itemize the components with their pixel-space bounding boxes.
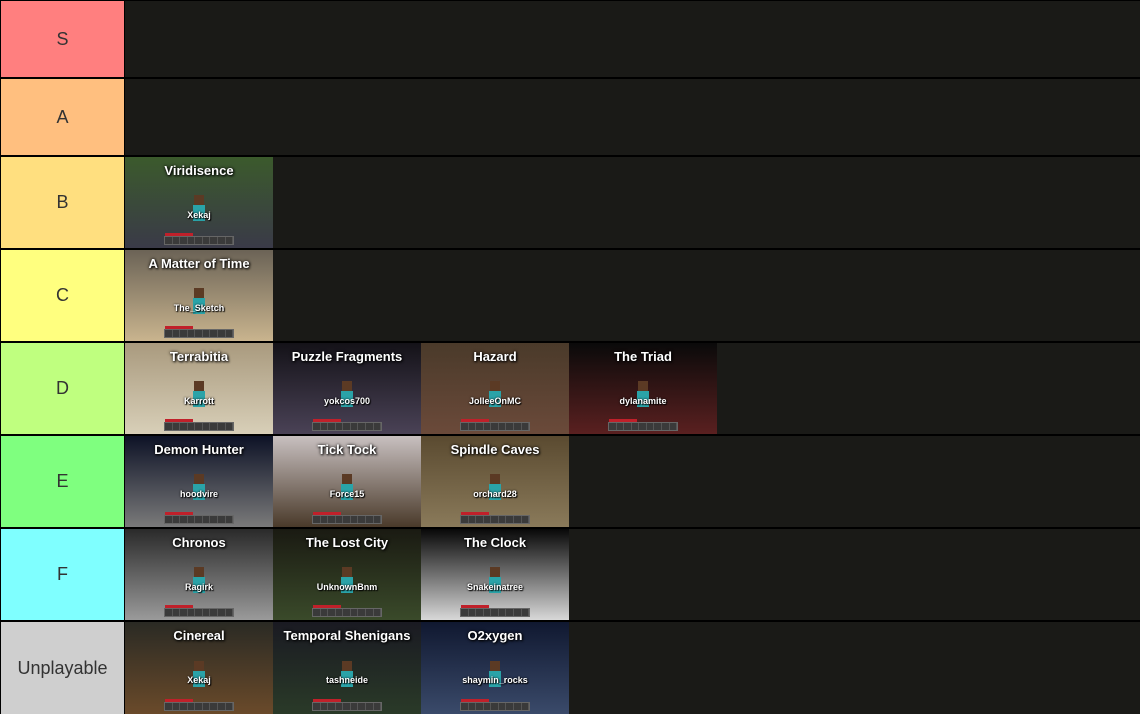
map-author: yokcos700 xyxy=(323,395,371,406)
map-author: The_Sketch xyxy=(173,302,225,313)
tier-item-card[interactable]: Cinereal Xekaj xyxy=(125,622,273,714)
hotbar-icon xyxy=(164,702,234,711)
tier-item-card[interactable]: Hazard JolleeOnMC xyxy=(421,343,569,434)
tier-item-card[interactable]: Tick Tock Force15 xyxy=(273,436,421,527)
tier-items-dropzone[interactable] xyxy=(124,79,1140,155)
map-title: Puzzle Fragments xyxy=(291,349,403,364)
map-author: Xekaj xyxy=(187,209,211,220)
tier-label[interactable]: Unplayable xyxy=(0,622,124,714)
tier-list: TiERMAKER SABViridisenceXekajCA Matter o… xyxy=(0,0,1140,714)
tier-items-dropzone[interactable]: Terrabitia Karrott Puzzle Fragments yokcos7… xyxy=(124,343,1140,434)
hotbar-icon xyxy=(460,702,530,711)
map-title: Hazard xyxy=(473,349,517,364)
map-author: Xekaj xyxy=(187,675,211,686)
tier-items-dropzone[interactable]: Viridisence Xekaj xyxy=(124,157,1140,248)
tier-row-s: S xyxy=(0,1,1140,77)
map-title: Cinereal xyxy=(173,628,225,643)
map-title: Chronos xyxy=(172,535,226,550)
tier-row-a: A xyxy=(0,79,1140,155)
map-author: UnknownBnm xyxy=(316,581,378,592)
tier-label[interactable]: D xyxy=(0,343,124,434)
hotbar-icon xyxy=(164,608,234,617)
tier-items-dropzone[interactable]: Chronos Ragirk The Lost City UnknownBnm The … xyxy=(124,529,1140,620)
hotbar-icon xyxy=(460,422,530,431)
hotbar-icon xyxy=(164,515,234,524)
tier-row-b: B Viridisence Xekaj xyxy=(0,157,1140,248)
map-title: Terrabitia xyxy=(169,349,229,364)
tier-item-card[interactable]: Spindle Caves orchard28 xyxy=(421,436,569,527)
tier-row-d: D Terrabitia Karrott Puzzle Fragments yokcos… xyxy=(0,343,1140,434)
map-title: Temporal Shenigans xyxy=(283,628,411,643)
tier-row-c: C A Matter of Time The_Sketch xyxy=(0,250,1140,341)
map-title: The Lost City xyxy=(305,535,389,550)
hotbar-icon xyxy=(460,515,530,524)
tier-row-f: F Chronos Ragirk The Lost City UnknownBnm The… xyxy=(0,529,1140,620)
tier-item-card[interactable]: The Triad dylanamite xyxy=(569,343,717,434)
tier-item-card[interactable]: The Clock Snakeinatree xyxy=(421,529,569,620)
map-title: Viridisence xyxy=(164,163,234,178)
map-title: The Triad xyxy=(614,349,672,364)
tier-item-card[interactable]: A Matter of Time The_Sketch xyxy=(125,250,273,341)
hotbar-icon xyxy=(312,422,382,431)
map-author: Force15 xyxy=(329,488,365,499)
tier-item-card[interactable]: Viridisence Xekaj xyxy=(125,157,273,248)
map-title: O2xygen xyxy=(467,628,523,643)
tier-label[interactable]: S xyxy=(0,1,124,77)
tier-item-card[interactable]: O2xygen shaymin_rocks xyxy=(421,622,569,714)
tier-label[interactable]: E xyxy=(0,436,124,527)
map-title: Spindle Caves xyxy=(450,442,540,457)
tier-row-e: E Demon Hunter hoodvire Tick Tock Force15 Spi… xyxy=(0,436,1140,527)
tier-item-card[interactable]: Puzzle Fragments yokcos700 xyxy=(273,343,421,434)
hotbar-icon xyxy=(312,608,382,617)
map-author: hoodvire xyxy=(179,488,218,499)
hotbar-icon xyxy=(164,329,234,338)
tier-item-card[interactable]: The Lost City UnknownBnm xyxy=(273,529,421,620)
map-author: shaymin_rocks xyxy=(462,675,528,686)
tier-items-dropzone[interactable]: Cinereal Xekaj Temporal Shenigans tashneide… xyxy=(124,622,1140,714)
hotbar-icon xyxy=(608,422,678,431)
map-title: The Clock xyxy=(463,535,527,550)
tier-items-dropzone[interactable] xyxy=(124,1,1140,77)
hotbar-icon xyxy=(164,422,234,431)
hotbar-icon xyxy=(164,236,234,245)
tier-item-card[interactable]: Temporal Shenigans tashneide xyxy=(273,622,421,714)
tier-item-card[interactable]: Chronos Ragirk xyxy=(125,529,273,620)
hotbar-icon xyxy=(312,702,382,711)
tier-item-card[interactable]: Terrabitia Karrott xyxy=(125,343,273,434)
map-author: tashneide xyxy=(325,675,368,686)
map-title: Tick Tock xyxy=(317,442,377,457)
tier-item-card[interactable]: Demon Hunter hoodvire xyxy=(125,436,273,527)
hotbar-icon xyxy=(460,608,530,617)
map-author: Snakeinatree xyxy=(466,581,524,592)
tier-label[interactable]: C xyxy=(0,250,124,341)
hotbar-icon xyxy=(312,515,382,524)
map-author: Karrott xyxy=(183,395,214,406)
tier-row-unplayable: Unplayable Cinereal Xekaj Temporal Shenigan… xyxy=(0,622,1140,714)
map-title: A Matter of Time xyxy=(148,256,250,271)
map-author: orchard28 xyxy=(473,488,517,499)
map-author: Ragirk xyxy=(184,581,213,592)
tier-label[interactable]: B xyxy=(0,157,124,248)
tier-label[interactable]: F xyxy=(0,529,124,620)
tier-items-dropzone[interactable]: Demon Hunter hoodvire Tick Tock Force15 Spin… xyxy=(124,436,1140,527)
tier-items-dropzone[interactable]: A Matter of Time The_Sketch xyxy=(124,250,1140,341)
tier-label[interactable]: A xyxy=(0,79,124,155)
map-author: dylanamite xyxy=(619,395,667,406)
map-author: JolleeOnMC xyxy=(468,395,521,406)
map-title: Demon Hunter xyxy=(154,442,244,457)
